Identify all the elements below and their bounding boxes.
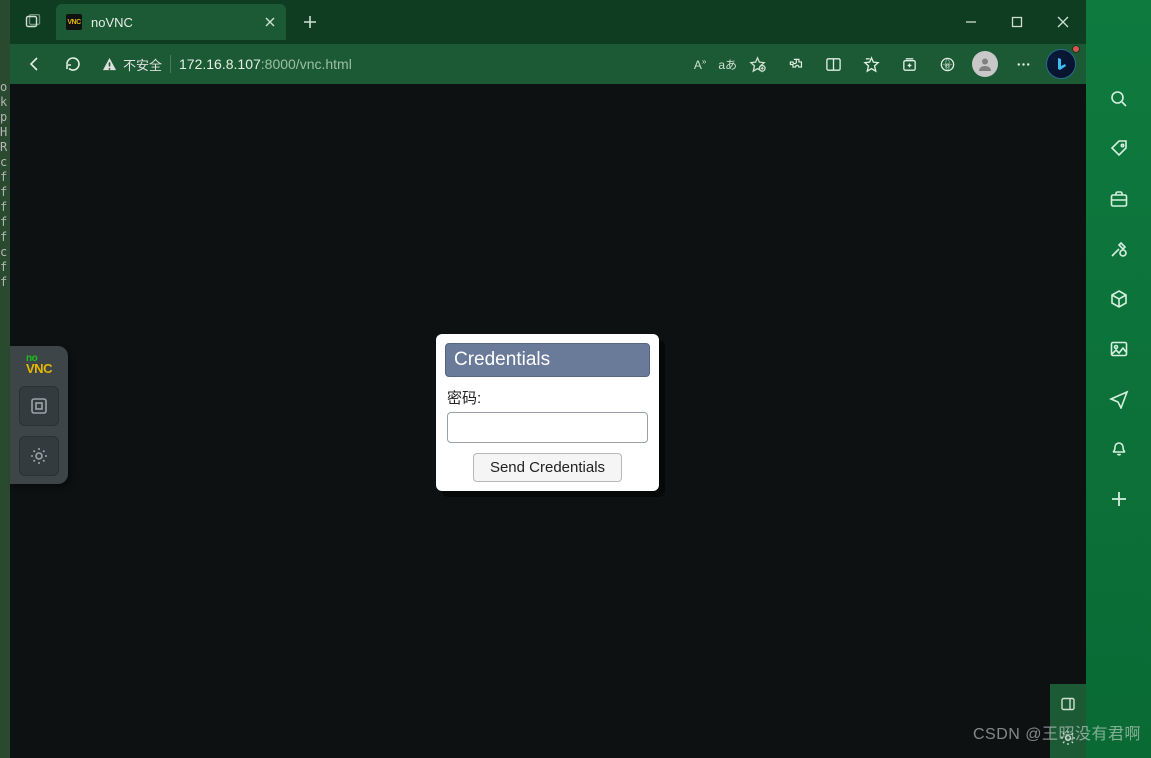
search-icon[interactable] bbox=[1104, 84, 1134, 114]
page-content: noVNC Credentials 密码: Send Credentials bbox=[10, 84, 1086, 758]
sidebar-toggle-button[interactable] bbox=[1054, 690, 1082, 718]
watermark: CSDN @王昭没有君啊 bbox=[973, 720, 1141, 744]
password-input[interactable] bbox=[447, 412, 648, 443]
translate-icon[interactable]: aあ bbox=[718, 56, 737, 73]
fullscreen-button[interactable] bbox=[19, 386, 59, 426]
window-controls bbox=[948, 2, 1086, 42]
address-bar[interactable]: 不安全 172.16.8.107:8000/vnc.html A» aあ bbox=[94, 49, 774, 79]
favorites-button[interactable] bbox=[854, 47, 888, 81]
titlebar: VNC noVNC bbox=[10, 0, 1086, 44]
tab-title: noVNC bbox=[91, 15, 133, 30]
svg-text:e: e bbox=[945, 60, 949, 69]
split-screen-button[interactable] bbox=[816, 47, 850, 81]
separator bbox=[170, 55, 171, 73]
close-window-button[interactable] bbox=[1040, 2, 1086, 42]
notification-dot-icon bbox=[1072, 45, 1080, 53]
refresh-button[interactable] bbox=[56, 47, 90, 81]
bing-chat-button[interactable] bbox=[1044, 47, 1078, 81]
tools-icon[interactable] bbox=[1104, 234, 1134, 264]
favorite-icon[interactable] bbox=[749, 56, 766, 73]
url-text: 172.16.8.107:8000/vnc.html bbox=[179, 56, 352, 72]
close-tab-button[interactable] bbox=[264, 16, 276, 28]
back-button[interactable] bbox=[18, 47, 52, 81]
security-label: 不安全 bbox=[123, 55, 162, 74]
settings-button[interactable] bbox=[19, 436, 59, 476]
briefcase-icon[interactable] bbox=[1104, 184, 1134, 214]
security-indicator[interactable]: 不安全 bbox=[102, 55, 162, 74]
image-icon[interactable] bbox=[1104, 334, 1134, 364]
toolbar: 不安全 172.16.8.107:8000/vnc.html A» aあ bbox=[10, 44, 1086, 84]
browser-window: VNC noVNC 不安全 17 bbox=[10, 0, 1086, 758]
warning-icon bbox=[102, 57, 117, 72]
profile-button[interactable] bbox=[968, 47, 1002, 81]
cube-icon[interactable] bbox=[1104, 284, 1134, 314]
add-icon[interactable] bbox=[1104, 484, 1134, 514]
favicon-icon: VNC bbox=[66, 14, 82, 30]
send-icon[interactable] bbox=[1104, 384, 1134, 414]
minimize-button[interactable] bbox=[948, 2, 994, 42]
send-credentials-button[interactable]: Send Credentials bbox=[473, 453, 622, 482]
collections-button[interactable] bbox=[892, 47, 926, 81]
notification-icon[interactable] bbox=[1104, 434, 1134, 464]
ie-mode-button[interactable]: e bbox=[930, 47, 964, 81]
dialog-title: Credentials bbox=[445, 343, 650, 377]
new-tab-button[interactable] bbox=[294, 6, 326, 38]
novnc-logo-icon: noVNC bbox=[26, 354, 52, 376]
tab-actions-button[interactable] bbox=[16, 5, 50, 39]
password-label: 密码: bbox=[447, 387, 648, 408]
credentials-dialog: Credentials 密码: Send Credentials bbox=[436, 334, 659, 491]
read-aloud-icon[interactable]: A» bbox=[694, 57, 706, 72]
tag-icon[interactable] bbox=[1104, 134, 1134, 164]
background-text: o k p H R c f f f f f c f f bbox=[0, 80, 10, 290]
novnc-control-bar[interactable]: noVNC bbox=[10, 346, 68, 484]
maximize-button[interactable] bbox=[994, 2, 1040, 42]
menu-button[interactable] bbox=[1006, 47, 1040, 81]
outer-sidebar bbox=[1086, 0, 1151, 758]
browser-tab[interactable]: VNC noVNC bbox=[56, 4, 286, 40]
extensions-button[interactable] bbox=[778, 47, 812, 81]
